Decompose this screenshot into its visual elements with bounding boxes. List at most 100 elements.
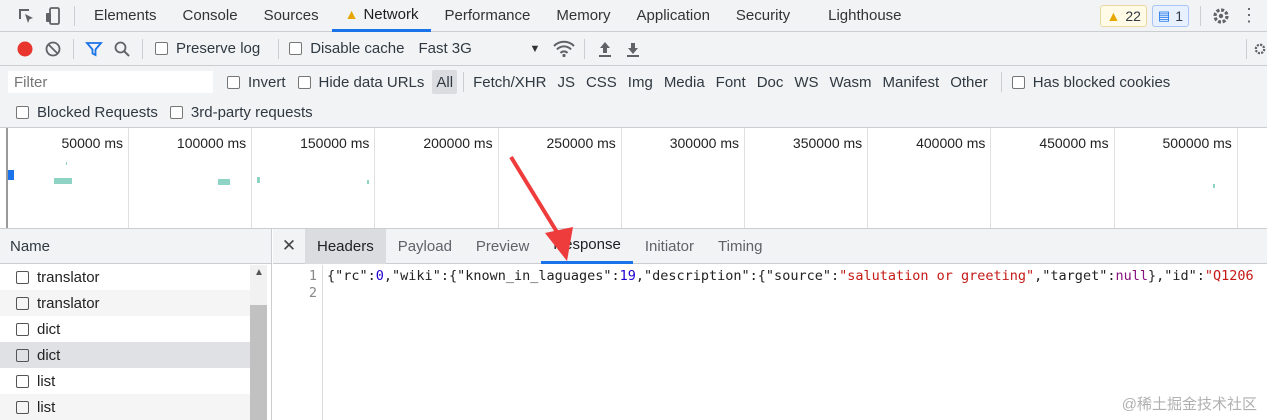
warning-icon: ▲	[1106, 7, 1121, 24]
preserve-log-checkbox[interactable]: Preserve log	[155, 40, 260, 57]
request-list-panel: Name translator translator dict dict list lis…	[0, 229, 272, 420]
messages-badge[interactable]: ▤ 1	[1151, 4, 1189, 27]
more-options-icon[interactable]: ⋮	[1235, 2, 1263, 30]
throttling-value: Fast 3G	[418, 40, 472, 57]
has-blocked-cookies-checkbox[interactable]: Has blocked cookies	[1011, 73, 1171, 91]
type-filter-manifest[interactable]: Manifest	[879, 70, 944, 94]
type-filter-ws[interactable]: WS	[790, 70, 822, 94]
throttling-select[interactable]: Fast 3G ▼	[418, 40, 540, 57]
network-overview-timeline[interactable]: 50000 ms 100000 ms 150000 ms 200000 ms 25000…	[0, 128, 1267, 229]
type-filter-css[interactable]: CSS	[582, 70, 621, 94]
document-icon	[16, 348, 29, 362]
type-filter-fetch-xhr[interactable]: Fetch/XHR	[469, 70, 550, 94]
tab-console[interactable]: Console	[170, 0, 251, 32]
tab-sources[interactable]: Sources	[251, 0, 332, 32]
line-number-gutter: 12	[273, 265, 323, 420]
separator	[74, 5, 75, 26]
has-blocked-cookies-label: Has blocked cookies	[1032, 73, 1171, 91]
request-list-scrollbar[interactable]: ▲	[250, 265, 267, 420]
watermark: @稀土掘金技术社区	[1121, 396, 1257, 413]
third-party-requests-label: 3rd-party requests	[190, 104, 313, 121]
close-details-icon[interactable]: ✕	[273, 236, 305, 256]
scroll-up-arrow-icon[interactable]: ▲	[254, 267, 264, 278]
request-row[interactable]: dict	[0, 316, 250, 342]
tab-network[interactable]: ▲ Network	[331, 0, 432, 32]
record-icon[interactable]	[11, 35, 39, 63]
tab-memory[interactable]: Memory	[543, 0, 623, 32]
type-filter-doc[interactable]: Doc	[753, 70, 788, 94]
disable-cache-checkbox[interactable]: Disable cache	[289, 40, 404, 57]
blocked-requests-label: Blocked Requests	[37, 104, 158, 121]
detail-tabs: Headers Payload Preview Response Initiator Ti…	[305, 228, 774, 264]
request-row[interactable]: list	[0, 368, 250, 394]
checkbox-box	[1011, 75, 1025, 89]
line-number: 1	[308, 268, 317, 284]
tab-application[interactable]: Application	[624, 0, 723, 32]
detail-tabbar: ✕ Headers Payload Preview Response Initiator…	[273, 228, 1267, 264]
type-filter-img[interactable]: Img	[624, 70, 657, 94]
separator	[1246, 38, 1247, 59]
blocked-requests-checkbox[interactable]: Blocked Requests	[16, 104, 158, 121]
timeline-tick-label: 300000 ms	[622, 128, 745, 228]
scrollbar-thumb[interactable]	[250, 305, 267, 420]
document-icon	[16, 296, 29, 310]
json-token: ,"target":	[1034, 268, 1116, 284]
search-icon[interactable]	[108, 35, 136, 63]
timeline-tick-label: 250000 ms	[499, 128, 622, 228]
tab-elements[interactable]: Elements	[81, 0, 170, 32]
detail-tab-payload[interactable]: Payload	[386, 229, 464, 264]
type-filter-wasm[interactable]: Wasm	[826, 70, 876, 94]
filter-input[interactable]: Filter	[8, 71, 213, 93]
filter-funnel-icon[interactable]	[80, 35, 108, 63]
response-body[interactable]: {"rc":0,"wiki":{"known_in_laguages":19,"…	[327, 268, 1254, 285]
detail-tab-preview[interactable]: Preview	[464, 229, 541, 264]
type-filter-other[interactable]: Other	[946, 70, 992, 94]
request-list: translator translator dict dict list list	[0, 264, 250, 420]
panel-tabs: Elements Console Sources ▲ Network Performanc…	[81, 0, 915, 32]
detail-tab-headers[interactable]: Headers	[305, 228, 386, 264]
detail-tab-timing[interactable]: Timing	[706, 229, 774, 264]
request-row[interactable]: list	[0, 394, 250, 420]
request-row[interactable]: dict	[0, 342, 250, 368]
network-settings-gear-icon[interactable]	[1253, 35, 1267, 63]
invert-label: Invert	[248, 73, 286, 91]
type-filter-media[interactable]: Media	[660, 70, 709, 94]
document-icon	[16, 322, 29, 336]
tab-label: Performance	[444, 7, 531, 24]
devtools-tabbar: Elements Console Sources ▲ Network Performanc…	[0, 0, 1267, 32]
export-har-download-icon[interactable]	[619, 35, 647, 63]
request-row[interactable]: translator	[0, 290, 250, 316]
type-filter-font[interactable]: Font	[712, 70, 750, 94]
device-toolbar-icon[interactable]	[40, 2, 68, 30]
name-column-header[interactable]: Name	[0, 229, 271, 264]
invert-checkbox[interactable]: Invert	[227, 74, 286, 91]
separator	[278, 38, 280, 59]
checkbox-box	[155, 42, 168, 55]
separator	[584, 38, 586, 59]
checkbox-box	[297, 75, 311, 89]
tab-security[interactable]: Security	[723, 0, 803, 32]
settings-gear-icon[interactable]	[1207, 2, 1235, 30]
document-icon	[16, 374, 29, 388]
request-row[interactable]: translator	[0, 264, 250, 290]
tab-lighthouse[interactable]: Lighthouse	[815, 0, 914, 32]
request-bar	[66, 162, 67, 165]
separator	[1200, 5, 1201, 26]
detail-tab-response[interactable]: Response	[541, 229, 633, 264]
request-name: list	[37, 372, 56, 390]
response-viewer[interactable]: 12 {"rc":0,"wiki":{"known_in_laguages":1…	[273, 265, 1267, 420]
network-conditions-wifi-icon[interactable]	[550, 35, 578, 63]
detail-tab-initiator[interactable]: Initiator	[633, 229, 706, 264]
tab-performance[interactable]: Performance	[431, 0, 543, 32]
type-filter-js[interactable]: JS	[553, 70, 579, 94]
import-har-upload-icon[interactable]	[591, 35, 619, 63]
third-party-requests-checkbox[interactable]: 3rd-party requests	[169, 104, 313, 121]
hide-data-urls-checkbox[interactable]: Hide data URLs	[297, 74, 424, 91]
timeline-tick-label: 200000 ms	[376, 128, 499, 228]
type-filter-all[interactable]: All	[432, 70, 458, 94]
inspect-element-icon[interactable]	[12, 2, 40, 30]
warnings-badge[interactable]: ▲ 22	[1100, 4, 1147, 27]
timeline-tick-label: 500000 ms	[1115, 128, 1238, 228]
filter-placeholder: Filter	[14, 73, 48, 91]
clear-icon[interactable]	[39, 35, 67, 63]
